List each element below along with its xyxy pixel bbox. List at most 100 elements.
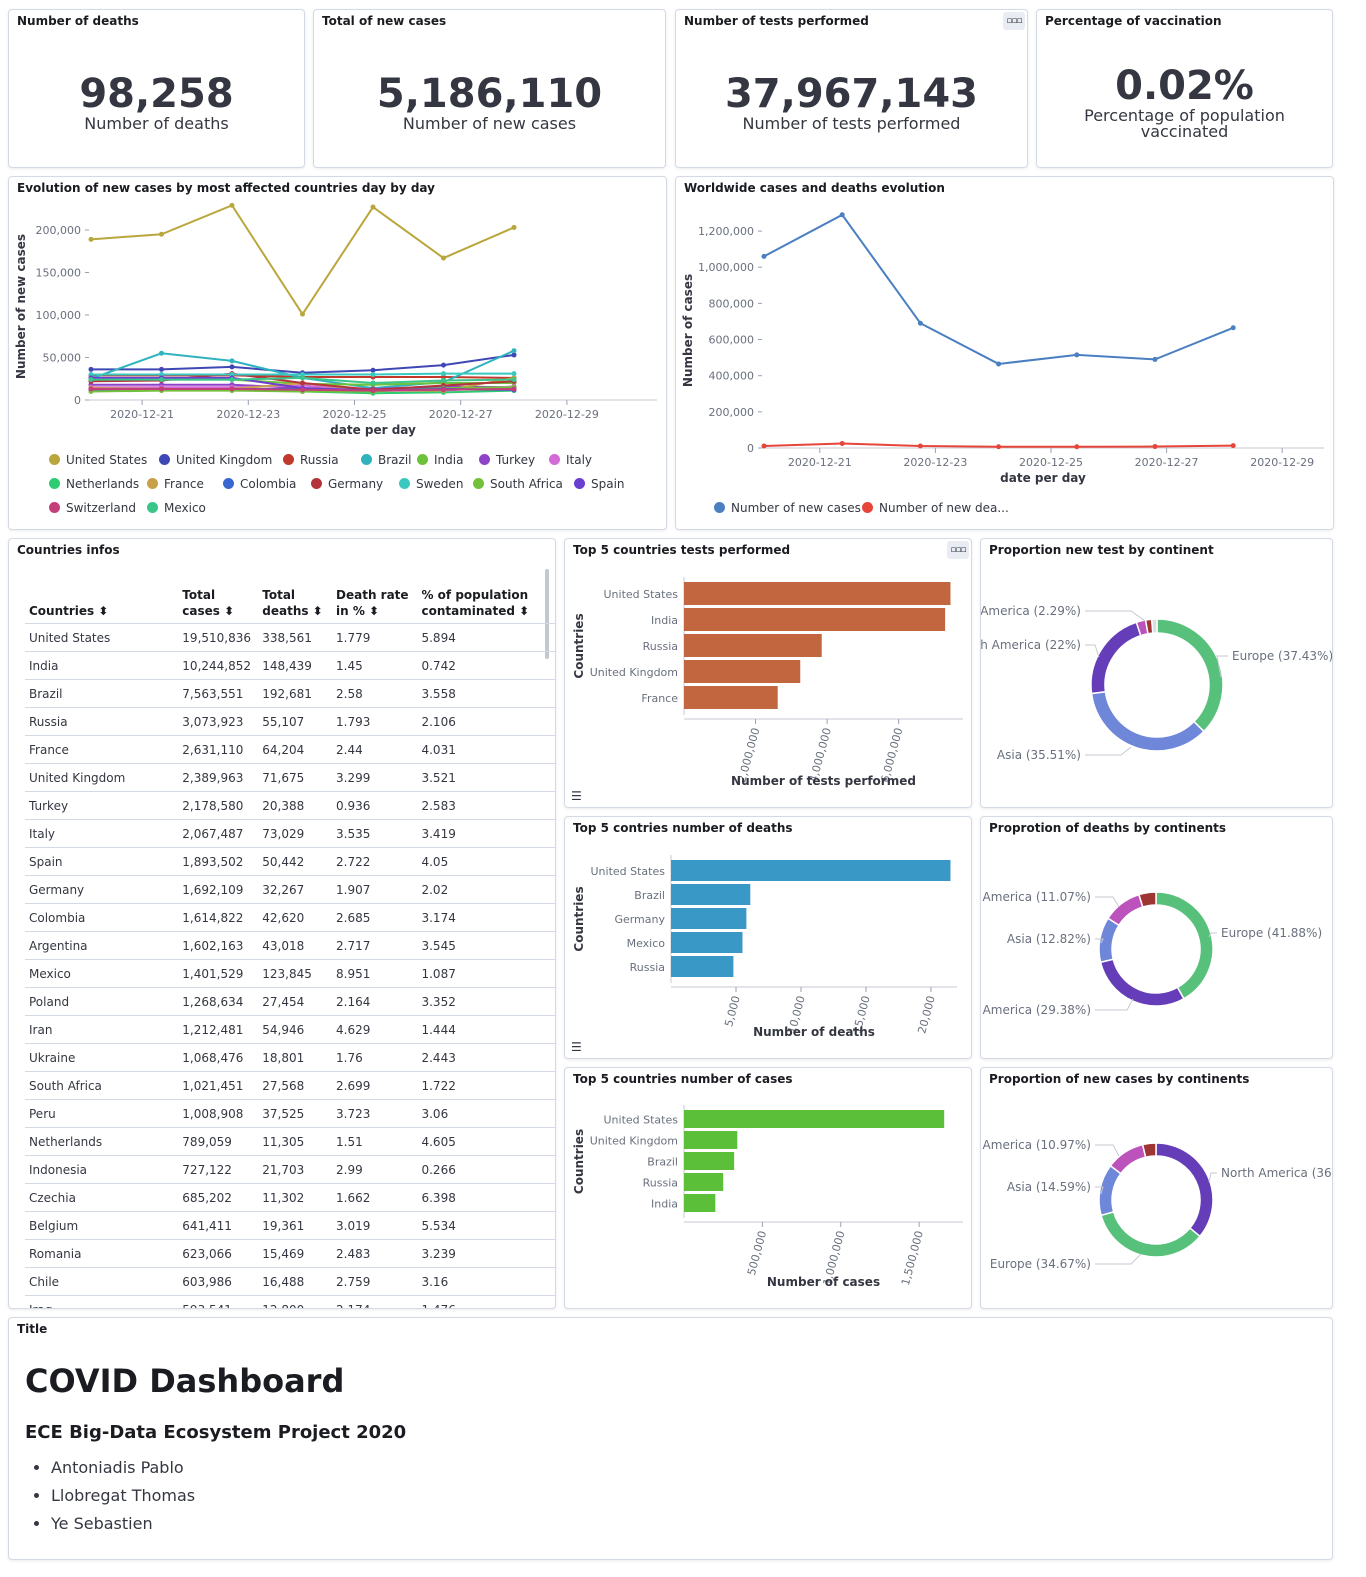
table-cell: 623,066 xyxy=(178,1239,259,1268)
table-cell: 1,212,481 xyxy=(178,1015,259,1044)
data-point xyxy=(88,386,94,392)
tests-donut-chart[interactable]: America (2.29%) h America (22%) Europe (37… xyxy=(981,561,1332,807)
table-row: Czechia 685,202 11,302 1.662 6.398 xyxy=(25,1183,555,1212)
legend-item[interactable]: Sweden xyxy=(399,477,463,491)
label-connector xyxy=(1095,1144,1120,1157)
table-cell: 1.444 xyxy=(417,1015,555,1044)
table-cell: 2.106 xyxy=(417,707,555,736)
table-cell: 1.793 xyxy=(332,707,418,736)
data-point xyxy=(229,377,235,383)
y-axis-label: Countries xyxy=(572,613,586,678)
table-cell: Indonesia xyxy=(25,1155,179,1184)
table-cell: 593,541 xyxy=(178,1295,259,1308)
table-cell: 1,692,109 xyxy=(178,875,259,904)
column-header[interactable]: % of population contaminated ⬍ xyxy=(417,587,555,624)
column-header-line1: Total xyxy=(262,588,296,602)
category-label: United States xyxy=(604,588,679,601)
table-cell: 2.443 xyxy=(417,1043,555,1072)
table-cell: 37,525 xyxy=(258,1099,333,1128)
table-cell: Chile xyxy=(25,1267,179,1296)
data-point xyxy=(917,320,923,326)
data-point xyxy=(441,377,446,383)
data-point xyxy=(1074,444,1080,450)
bar xyxy=(671,956,734,977)
legend-item[interactable]: Spain xyxy=(574,477,625,491)
table-cell: 685,202 xyxy=(178,1183,259,1212)
label-connector xyxy=(1095,1253,1142,1265)
legend-item[interactable]: South Africa xyxy=(473,477,563,491)
table-cell: 71,675 xyxy=(258,763,333,792)
y-tick-label: 200,000 xyxy=(36,224,82,237)
series-line xyxy=(763,213,1234,365)
x-tick-label: 2020-12-25 xyxy=(323,408,387,421)
x-tick-label: 2020-12-21 xyxy=(788,456,852,469)
legend-item[interactable]: Turkey xyxy=(479,453,535,467)
data-point xyxy=(511,224,517,230)
table-cell: India xyxy=(25,651,179,680)
worldwide-line-chart[interactable]: 0 200,000 400,000 600,000 800,000 1,000,000 1,… xyxy=(676,203,1333,503)
y-tick-label: 600,000 xyxy=(709,334,755,347)
table-cell: 123,845 xyxy=(258,959,333,988)
series-line xyxy=(91,353,515,374)
legend-toggle-icon[interactable]: ☰ xyxy=(571,1040,582,1054)
y-tick-label: 0 xyxy=(74,394,81,407)
y-tick-label: 0 xyxy=(747,442,754,455)
tests-bar-chart[interactable]: United States India Russia United Kingdom Fr… xyxy=(565,561,971,808)
legend-item[interactable]: United Kingdom xyxy=(159,453,272,467)
cases-donut-chart[interactable]: ı America (10.97%) Asia (14.59%) North Ame… xyxy=(981,1090,1332,1308)
slice-label: ı America (11.07%) xyxy=(981,890,1091,904)
legend-item[interactable]: Brazil xyxy=(361,453,412,467)
column-header[interactable]: Total cases ⬍ xyxy=(178,587,259,624)
legend-swatch xyxy=(714,502,725,513)
legend-item[interactable]: Germany xyxy=(311,477,383,491)
evolution-line-chart[interactable]: 0 50,000 100,000 150,000 200,000 2020-12-21 20… xyxy=(9,203,666,473)
panel-options-icon[interactable]: ▫▫▫ xyxy=(1003,12,1025,30)
table-row: Ukraine 1,068,476 18,801 1.76 2.443 xyxy=(25,1043,555,1072)
category-label: France xyxy=(641,692,678,705)
legend-toggle-icon[interactable]: ☰ xyxy=(571,789,582,803)
worldwide-legend: Number of new cases Number of new dea... xyxy=(714,501,1324,521)
data-point xyxy=(761,253,767,259)
deaths-bar-chart[interactable]: United States Brazil Germany Mexico Russia 5,… xyxy=(565,839,971,1059)
table-cell: 5.894 xyxy=(417,623,555,652)
x-axis-label: Number of deaths xyxy=(753,1025,875,1039)
legend-item[interactable]: Mexico xyxy=(147,501,206,515)
legend-item[interactable]: India xyxy=(417,453,463,467)
legend-item[interactable]: Switzerland xyxy=(49,501,136,515)
legend-item[interactable]: Number of new cases xyxy=(714,501,861,515)
category-label: India xyxy=(651,1198,678,1211)
panel-options-icon[interactable]: ▫▫▫ xyxy=(947,541,969,559)
table-cell: 3.723 xyxy=(332,1099,418,1128)
category-label: Brazil xyxy=(634,889,665,902)
table-cell: 1,068,476 xyxy=(178,1043,259,1072)
column-header[interactable]: Countries ⬍ xyxy=(25,587,179,624)
legend-item[interactable]: Italy xyxy=(549,453,592,467)
data-point xyxy=(159,386,164,392)
bar xyxy=(684,582,951,605)
legend-swatch xyxy=(49,478,60,489)
legend-item[interactable]: Colombia xyxy=(223,477,296,491)
legend-item[interactable]: United States xyxy=(49,453,147,467)
metric-label: Number of new cases xyxy=(402,114,577,133)
legend-item[interactable]: Number of new dea... xyxy=(862,501,1009,515)
legend-item[interactable]: Russia xyxy=(283,453,339,467)
donut-slice xyxy=(1090,621,1142,695)
table-row: Netherlands 789,059 11,305 1.51 4.605 xyxy=(25,1127,555,1156)
legend-swatch xyxy=(147,502,158,513)
label-connector xyxy=(1095,896,1120,908)
table-cell: 3.521 xyxy=(417,763,555,792)
table-cell: 3.16 xyxy=(417,1267,555,1296)
table-cell: 19,361 xyxy=(258,1211,333,1240)
column-header[interactable]: Death rate in % ⬍ xyxy=(332,587,418,624)
legend-item[interactable]: France xyxy=(147,477,204,491)
legend-item[interactable]: Netherlands xyxy=(49,477,139,491)
column-header[interactable]: Total deaths ⬍ xyxy=(258,587,333,624)
deaths-bar-panel: Top 5 contries number of deaths United S… xyxy=(564,816,972,1059)
y-tick-label: 400,000 xyxy=(709,370,755,383)
metric-panel-new-cases: Total of new cases 5,186,110 Number of n… xyxy=(313,9,666,168)
table-cell: 11,302 xyxy=(258,1183,333,1212)
cases-bar-chart[interactable]: United States United Kingdom Brazil Russia I… xyxy=(565,1090,971,1309)
deaths-donut-chart[interactable]: ı America (11.07%) Asia (12.82%) Europe (4… xyxy=(981,839,1332,1059)
legend-label: Germany xyxy=(328,477,384,491)
data-point xyxy=(159,366,164,372)
